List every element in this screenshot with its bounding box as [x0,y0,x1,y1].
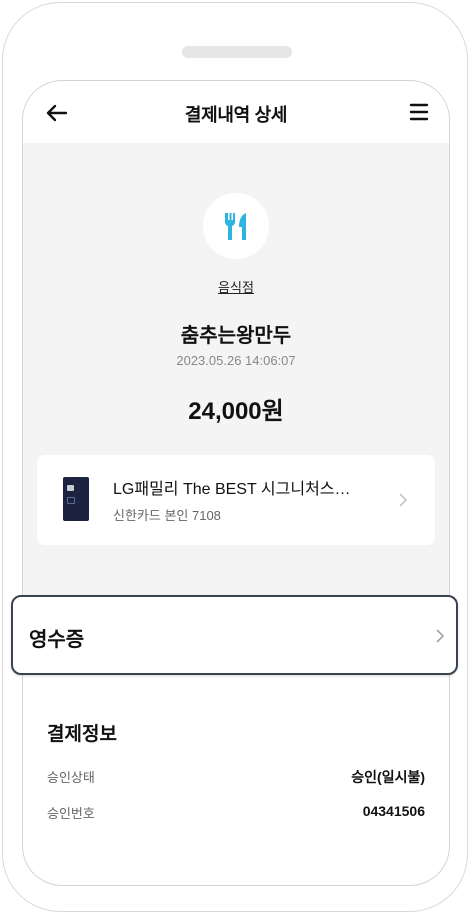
info-row-approval-status: 승인상태 승인(일시불) [47,767,425,787]
chevron-right-icon [436,629,444,643]
phone-screen: 결제내역 상세 음식점 춤추는왕만두 2023.05.26 14:06:07 2… [22,80,450,886]
info-label: 승인상태 [47,770,95,785]
info-value: 04341506 [362,803,425,819]
receipt-button[interactable]: 영수증 [11,595,458,675]
receipt-label: 영수증 [29,629,85,651]
info-row-approval-number: 승인번호 04341506 [47,803,425,823]
info-value: 승인(일시불) [351,769,425,785]
card-issuer: 신한카드 본인 7108 [113,508,221,523]
fork-knife-icon [225,213,246,240]
chevron-right-icon [399,493,407,507]
card-info-button[interactable]: LG패밀리 The BEST 시그니처스… 신한카드 본인 7108 [37,455,435,545]
transaction-datetime: 2023.05.26 14:06:07 [176,353,296,368]
app-header: 결제내역 상세 [23,81,449,143]
page-title: 결제내역 상세 [184,105,288,125]
card-name: LG패밀리 The BEST 시그니처스… [113,481,351,498]
merchant-name: 춤추는왕만두 [180,325,292,347]
hamburger-menu-icon [409,103,429,121]
info-label: 승인번호 [47,806,95,821]
payment-info-title: 결제정보 [47,724,117,745]
menu-button[interactable] [409,102,429,122]
phone-speaker [182,46,292,58]
transaction-summary: 음식점 춤추는왕만두 2023.05.26 14:06:07 24,000원 L… [23,143,449,663]
category-label[interactable]: 음식점 [23,277,449,296]
credit-card-icon [63,477,89,521]
transaction-amount: 24,000원 [188,398,284,425]
category-badge [203,193,269,259]
